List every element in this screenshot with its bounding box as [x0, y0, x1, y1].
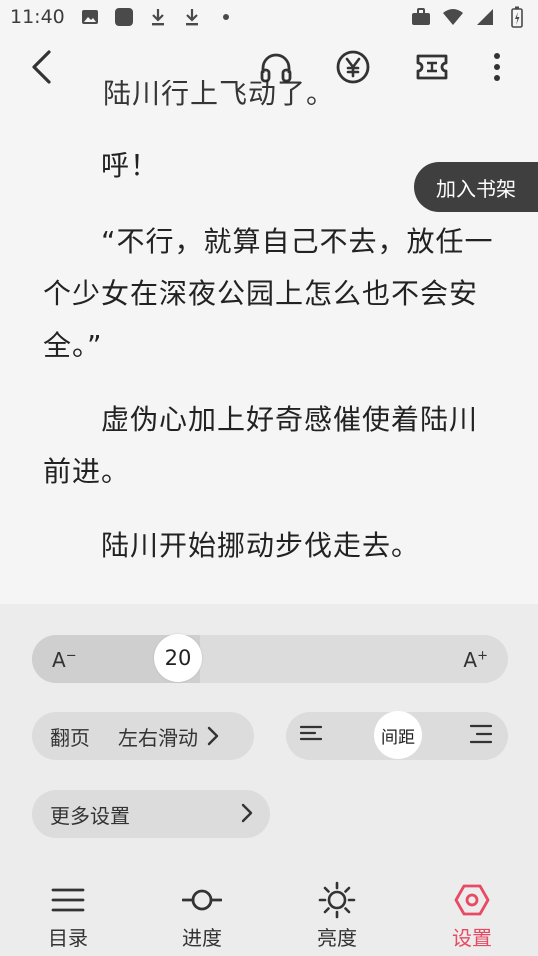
- nav-item-settings[interactable]: 设置: [422, 872, 522, 956]
- nav-item-progress[interactable]: 进度: [152, 872, 252, 956]
- status-icons-right: [410, 6, 528, 28]
- brightness-icon: [317, 880, 357, 920]
- page-turn-mode[interactable]: 翻页 左右滑动: [32, 712, 254, 760]
- spacing-wide-icon[interactable]: [469, 724, 493, 748]
- nav-item-brightness[interactable]: 亮度: [287, 872, 387, 956]
- font-size-value[interactable]: 20: [154, 634, 202, 682]
- headphones-icon: [260, 53, 292, 83]
- status-time: 11:40: [10, 6, 65, 28]
- nav-label: 设置: [452, 926, 492, 950]
- chevron-right-icon: [207, 726, 219, 746]
- image-icon: [79, 6, 101, 28]
- wifi-icon: [442, 6, 464, 28]
- spacing-compact-icon[interactable]: [299, 724, 323, 746]
- paragraph: 陆川开始挪动步伐走去。: [43, 529, 421, 562]
- progress-icon: [182, 880, 222, 920]
- page-turn-label: 翻页: [50, 725, 90, 750]
- paragraph: “不行，就算自己不去，放任一个少女在深夜公园上怎么也不会安全。”: [43, 225, 494, 362]
- paragraph: 虚伪心加上好奇感催使着陆川前进。: [43, 403, 479, 488]
- nav-label: 进度: [182, 926, 222, 950]
- nav-label: 亮度: [317, 926, 357, 950]
- download-icon: [181, 6, 203, 28]
- battery-icon: [506, 6, 528, 28]
- font-increase-button[interactable]: A+: [463, 648, 488, 672]
- spacing-label[interactable]: 间距: [374, 711, 422, 759]
- bottom-nav: 目录 进度 亮度 设置: [0, 872, 538, 956]
- more-settings-label: 更多设置: [50, 803, 130, 828]
- app-square-icon: [113, 6, 135, 28]
- chevron-right-icon: [241, 803, 253, 823]
- briefcase-icon: [410, 6, 432, 28]
- status-icons-left: [79, 6, 237, 28]
- nav-item-catalog[interactable]: 目录: [18, 872, 118, 956]
- more-vertical-icon: [494, 53, 500, 81]
- signal-icon: [474, 6, 496, 28]
- download-icon: [147, 6, 169, 28]
- dot-icon: [215, 6, 237, 28]
- reading-content[interactable]: 陆川行上飞动了。 呼！ “不行，就算自己不去，放任一个少女在深夜公园上怎么也不会…: [0, 80, 538, 604]
- page-turn-value: 左右滑动: [118, 725, 198, 750]
- status-bar: 11:40: [0, 0, 538, 34]
- font-decrease-button[interactable]: A−: [52, 648, 77, 672]
- settings-icon: [452, 880, 492, 920]
- nav-label: 目录: [48, 926, 88, 950]
- add-to-shelf-button[interactable]: 加入书架: [414, 162, 538, 212]
- ticket-icon: [416, 54, 448, 80]
- more-settings-button[interactable]: 更多设置: [32, 790, 270, 838]
- paragraph: 陆川行上飞动了。: [103, 80, 336, 110]
- menu-icon: [48, 880, 88, 920]
- font-size-slider[interactable]: [32, 635, 508, 683]
